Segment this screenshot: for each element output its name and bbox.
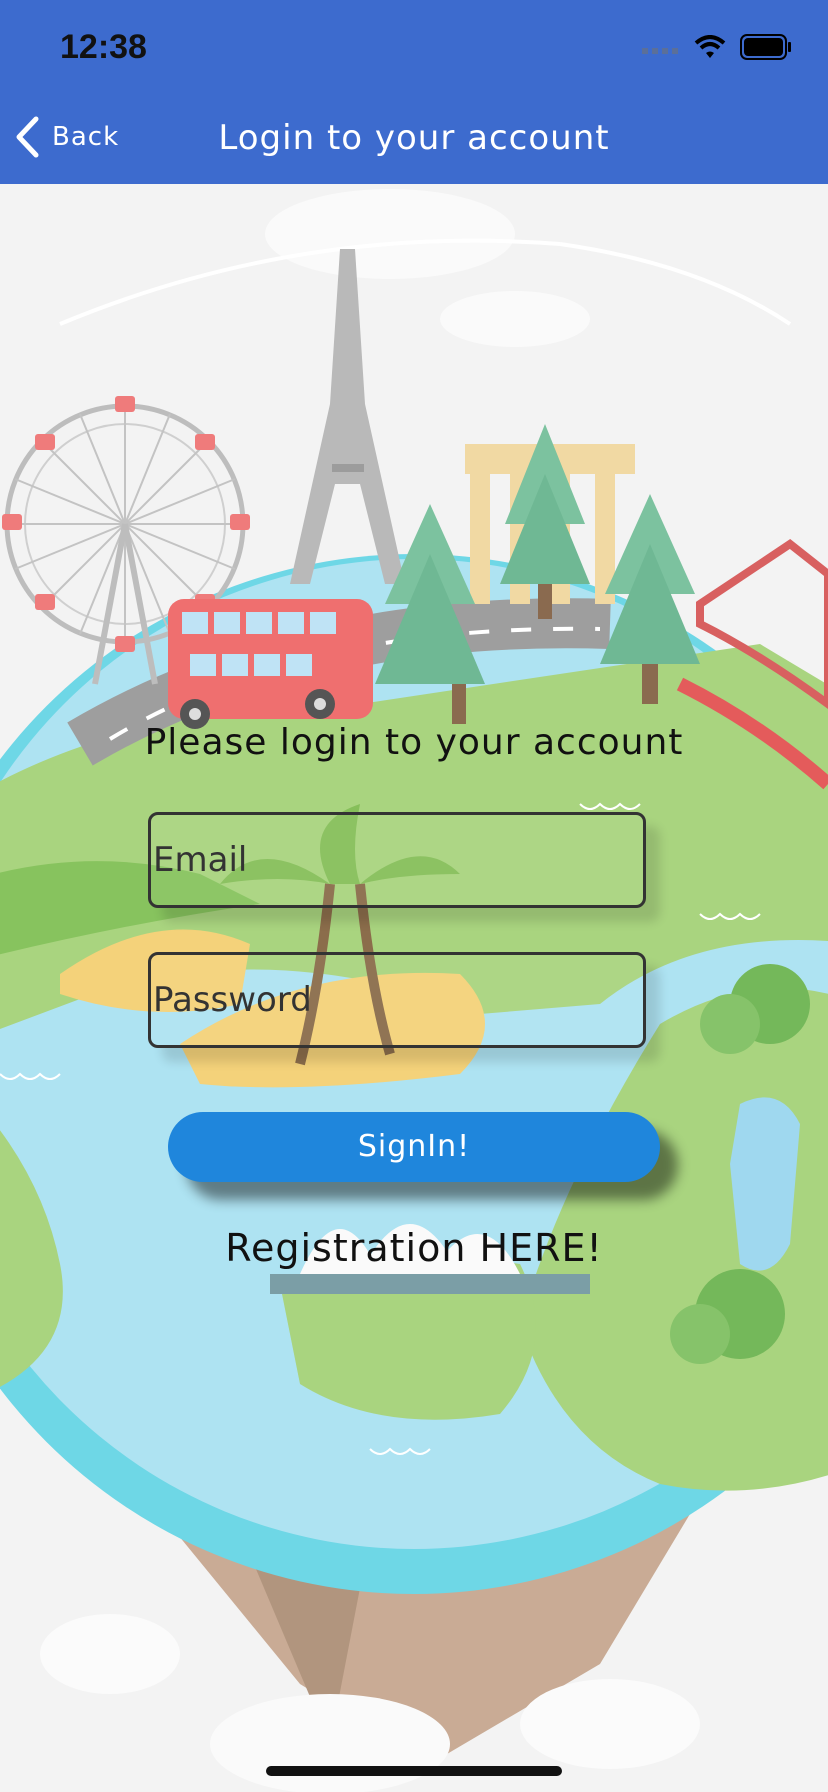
status-icons (642, 34, 792, 60)
home-indicator (266, 1766, 562, 1776)
registration-link[interactable]: Registration HERE! (0, 1226, 828, 1270)
password-field (148, 952, 646, 1048)
wifi-icon (694, 35, 726, 58)
navigation-bar: Back Login to your account (0, 98, 828, 184)
status-bar: 12:38 (0, 0, 828, 98)
form-heading: Please login to your account (144, 722, 684, 763)
email-input[interactable] (151, 815, 643, 905)
signin-button[interactable]: SignIn! (168, 1112, 660, 1182)
status-time: 12:38 (60, 28, 147, 66)
battery-icon (740, 34, 791, 60)
cellular-signal-icon (642, 48, 678, 54)
email-field (148, 812, 646, 908)
page-title: Login to your account (218, 118, 610, 158)
password-input[interactable] (151, 955, 643, 1045)
